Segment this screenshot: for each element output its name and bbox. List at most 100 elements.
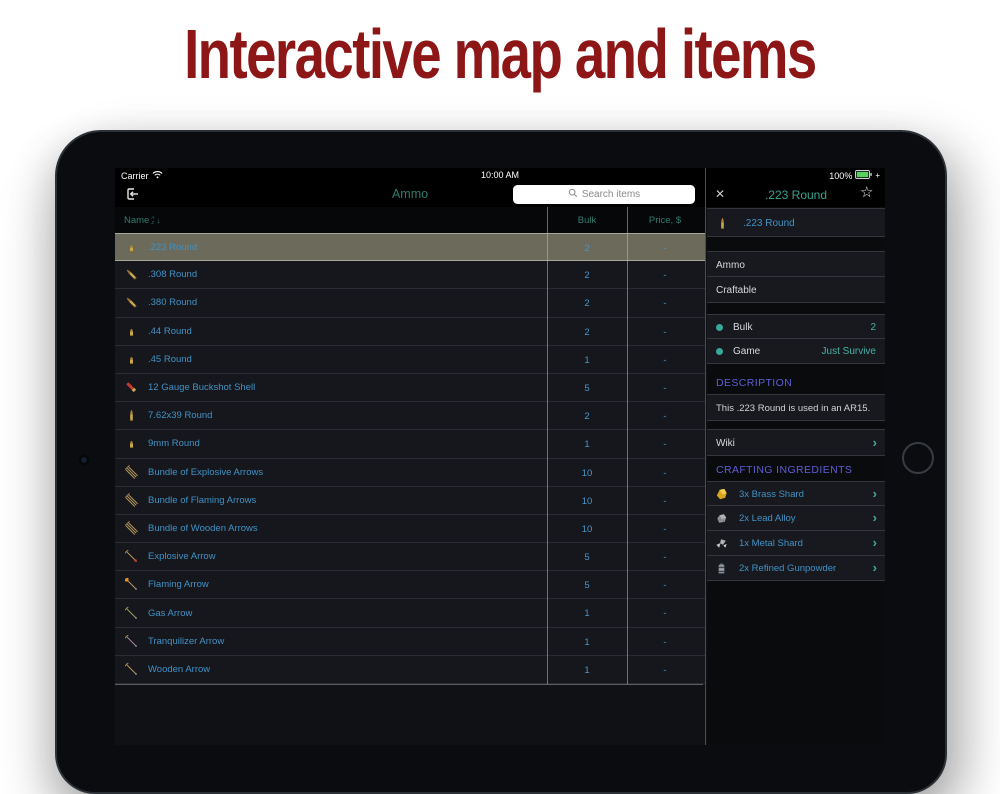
table-row[interactable]: .223 Round2- <box>115 233 705 261</box>
table-row[interactable]: Explosive Arrow5- <box>115 543 705 571</box>
item-name: .223 Round <box>148 242 197 253</box>
item-name: .380 Round <box>148 297 197 308</box>
column-header-name[interactable]: Name AZ ↓ <box>124 215 160 226</box>
ingredient-name: 2x Lead Alloy <box>739 513 796 524</box>
item-name-cell: .308 Round <box>115 261 197 288</box>
wiki-row[interactable]: Wiki › <box>707 429 885 456</box>
item-price: - <box>627 496 703 507</box>
table-row[interactable]: Bundle of Flaming Arrows10- <box>115 487 705 515</box>
shotgun-shell-icon <box>124 380 139 395</box>
description-text: This .223 Round is used in an AR15. <box>716 403 870 414</box>
ingredient-row[interactable]: 2x Refined Gunpowder › <box>707 556 885 581</box>
item-name-cell: .45 Round <box>115 346 192 373</box>
craftable-row: Craftable <box>707 277 885 303</box>
column-header-price[interactable]: Price, $ <box>627 215 703 226</box>
item-name: Explosive Arrow <box>148 551 216 562</box>
table-row[interactable]: Gas Arrow1- <box>115 599 705 627</box>
sort-icon: AZ <box>151 216 154 225</box>
item-name: 12 Gauge Buckshot Shell <box>148 382 255 393</box>
chevron-right-icon: › <box>873 486 877 501</box>
front-camera-icon <box>79 455 89 465</box>
item-bulk: 2 <box>547 270 627 281</box>
items-table: Name AZ ↓ Bulk Price, $ .223 Round2-.308… <box>115 207 705 745</box>
page-title-text: Interactive map and items <box>184 14 816 94</box>
description-section-header: DESCRIPTION <box>707 369 885 394</box>
property-label: Game <box>733 346 760 357</box>
item-name-cell: Flaming Arrow <box>115 571 209 598</box>
item-name-cell: .44 Round <box>115 318 192 345</box>
arrow-bundle-icon <box>124 521 139 536</box>
table-row[interactable]: Flaming Arrow5- <box>115 571 705 599</box>
bullet-diagonal-icon <box>124 267 139 282</box>
app-screen: Carrier 10:00 AM 100% <box>115 168 885 745</box>
item-bulk: 2 <box>547 243 627 254</box>
item-price: - <box>627 298 703 309</box>
arrow-flaming-icon <box>124 577 139 592</box>
ingredient-name: 2x Refined Gunpowder <box>739 563 836 574</box>
item-name: .308 Round <box>148 269 197 280</box>
search-input[interactable]: Search items <box>513 185 695 204</box>
property-label: Bulk <box>733 322 752 333</box>
ingredient-name: 3x Brass Shard <box>739 489 804 500</box>
item-bulk: 10 <box>547 524 627 535</box>
item-name: 7.62x39 Round <box>148 410 212 421</box>
table-row[interactable]: Wooden Arrow1- <box>115 656 705 684</box>
item-bulk: 2 <box>547 411 627 422</box>
favorite-star-icon[interactable]: ☆ <box>860 185 873 201</box>
table-row[interactable]: 7.62x39 Round2- <box>115 402 705 430</box>
category-row: Ammo <box>707 251 885 277</box>
table-row[interactable]: .45 Round1- <box>115 346 705 374</box>
table-row[interactable]: 9mm Round1- <box>115 430 705 458</box>
ingredients-section-header: CRAFTING INGREDIENTS <box>707 456 885 481</box>
item-bulk: 5 <box>547 383 627 394</box>
table-row[interactable]: 12 Gauge Buckshot Shell5- <box>115 374 705 402</box>
ingredient-row[interactable]: 3x Brass Shard › <box>707 481 885 506</box>
chevron-right-icon: › <box>873 435 877 450</box>
item-name: Wooden Arrow <box>148 664 210 675</box>
description-text-row: This .223 Round is used in an AR15. <box>707 394 885 421</box>
home-button[interactable] <box>902 442 934 474</box>
table-row[interactable]: .380 Round 2- <box>115 289 705 317</box>
arrow-wooden-icon <box>124 662 139 677</box>
ingredient-name: 1x Metal Shard <box>739 538 803 549</box>
item-bulk: 1 <box>547 637 627 648</box>
column-header-bulk[interactable]: Bulk <box>547 215 627 226</box>
table-row[interactable]: Tranquilizer Arrow1- <box>115 628 705 656</box>
section-gap <box>707 303 885 314</box>
item-price: - <box>627 439 703 450</box>
item-name: .44 Round <box>148 326 192 337</box>
item-name: Gas Arrow <box>148 608 192 619</box>
item-name-cell: Bundle of Wooden Arrows <box>115 515 258 542</box>
detail-panel-title: .223 Round <box>707 188 885 202</box>
status-bar: Carrier 10:00 AM 100% <box>115 168 885 182</box>
property-value: 2 <box>870 322 876 333</box>
table-row[interactable]: .44 Round2- <box>115 318 705 346</box>
table-row[interactable]: Bundle of Wooden Arrows10- <box>115 515 705 543</box>
item-name: .45 Round <box>148 354 192 365</box>
table-header: Name AZ ↓ Bulk Price, $ <box>115 207 705 233</box>
table-row[interactable]: .308 Round2- <box>115 261 705 289</box>
item-name-cell: Wooden Arrow <box>115 656 210 683</box>
ingredient-row[interactable]: 1x Metal Shard› <box>707 531 885 556</box>
refined-gunpowder-icon <box>714 561 729 576</box>
item-price: - <box>627 355 703 366</box>
chevron-right-icon: › <box>873 510 877 525</box>
column-divider <box>627 207 628 684</box>
panel-divider <box>705 168 706 745</box>
item-name: Bundle of Wooden Arrows <box>148 523 258 534</box>
property-dot-icon <box>716 324 723 331</box>
table-row[interactable]: Bundle of Explosive Arrows10- <box>115 459 705 487</box>
item-name-cell: Gas Arrow <box>115 599 192 626</box>
arrow-tranquilizer-icon <box>124 634 139 649</box>
search-icon <box>568 188 578 201</box>
ingredient-row[interactable]: 2x Lead Alloy › <box>707 506 885 531</box>
bullet-vertical-icon <box>715 216 730 231</box>
detail-item-row[interactable]: .223 Round <box>707 208 885 237</box>
item-bulk: 2 <box>547 298 627 309</box>
item-price: - <box>627 552 703 563</box>
item-bulk: 1 <box>547 439 627 450</box>
search-placeholder: Search items <box>582 189 640 200</box>
chevron-right-icon: › <box>873 560 877 575</box>
brass-shard-icon <box>714 487 729 502</box>
metal-shard-icon <box>714 536 729 551</box>
